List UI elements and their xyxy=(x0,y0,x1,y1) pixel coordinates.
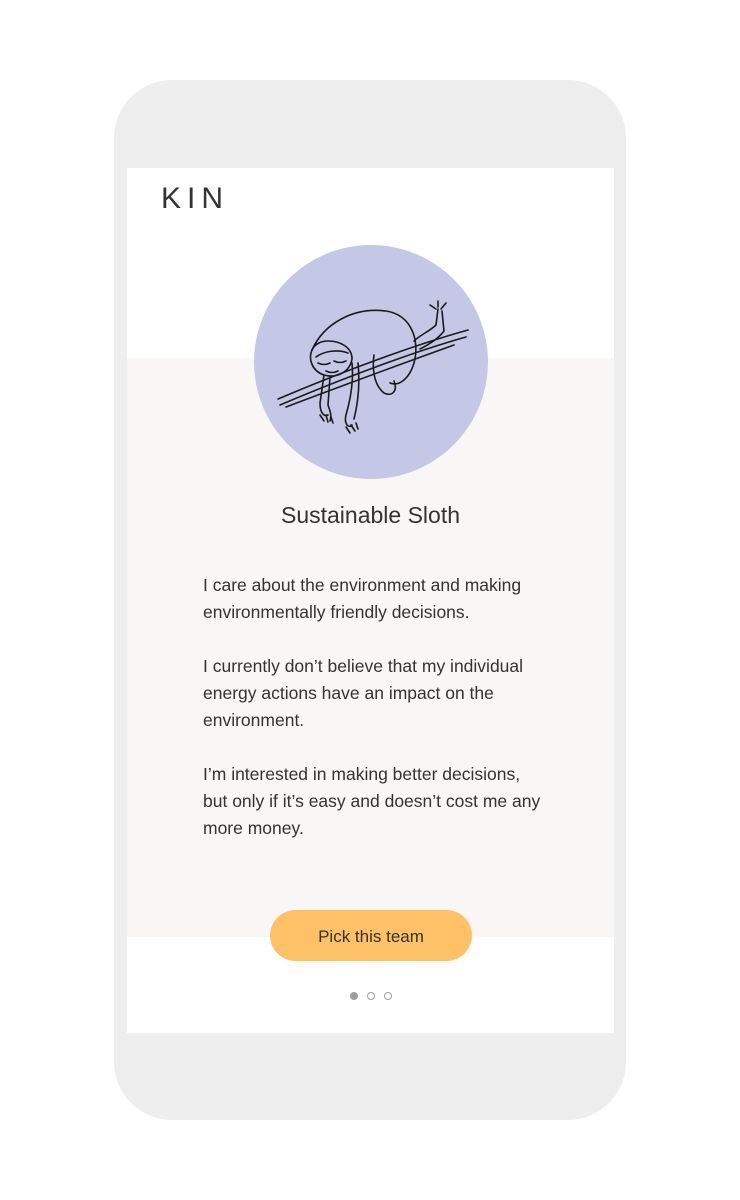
onboarding-screen: KIN Sustainable Sloth I care about the e… xyxy=(127,168,614,1033)
pick-team-button[interactable]: Pick this team xyxy=(270,910,472,961)
description-paragraph: I’m interested in making better decision… xyxy=(203,764,541,838)
page-dot-1[interactable] xyxy=(349,992,358,1000)
description-paragraph: I currently don’t believe that my indivi… xyxy=(203,656,524,730)
team-avatar xyxy=(254,245,488,479)
team-title: Sustainable Sloth xyxy=(280,502,460,528)
page-dot-2[interactable] xyxy=(366,992,375,1000)
description-paragraph: I care about the environment and making … xyxy=(203,575,522,622)
team-description: I care about the environment and making … xyxy=(203,572,548,869)
sloth-on-branch-icon xyxy=(277,300,469,434)
page-dot-3[interactable] xyxy=(383,992,392,1000)
page-indicator xyxy=(127,992,614,1002)
kin-logo: KIN xyxy=(161,182,230,215)
